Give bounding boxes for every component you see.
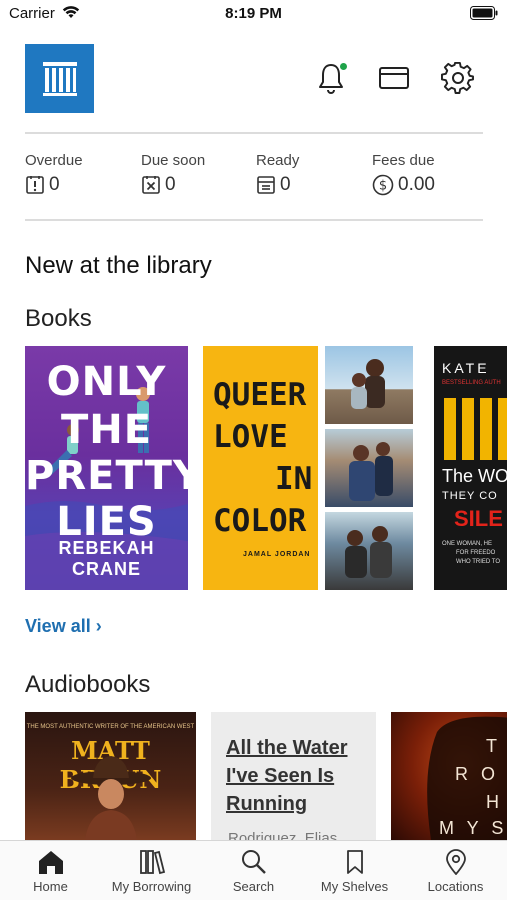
cover-title-line: Running (226, 793, 308, 815)
cover-bar (444, 398, 456, 460)
cover-bar (462, 398, 474, 460)
search-icon (241, 850, 266, 874)
cover-title-line: LOVE (213, 419, 288, 455)
view-all-books-link[interactable]: View all › (25, 616, 102, 637)
dollar-circle-icon: $ (372, 174, 394, 196)
stat-value: 0 (280, 174, 291, 195)
tab-label: Home (33, 879, 68, 894)
stats-divider (25, 219, 483, 221)
alert-box-icon (26, 176, 44, 194)
tab-search[interactable]: Search (203, 841, 304, 900)
gear-icon (441, 61, 474, 94)
cover-letters: M Y S (439, 818, 507, 838)
cover-title-fragment: The WO (442, 466, 507, 486)
audiobook-cover-3[interactable]: T R O H M Y S (391, 712, 507, 840)
tab-bar: Home My Borrowing Search My Shelves Loca… (0, 840, 507, 900)
cover-bar (498, 398, 507, 460)
stat-label: Overdue (25, 152, 83, 169)
stat-label: Due soon (141, 152, 206, 169)
home-icon (38, 851, 63, 874)
status-time: 8:19 PM (225, 5, 282, 22)
x-box-icon (142, 176, 160, 194)
status-bar: Carrier 8:19 PM (0, 0, 507, 30)
cover-title-fragment: SILE (454, 506, 503, 531)
stat-overdue[interactable]: Overdue 0 (25, 152, 83, 196)
book-cover-only-the-pretty-lies[interactable]: ONLY THE PRETTY LIES REBEKAH CRANE (25, 346, 188, 590)
cover-photo (325, 346, 413, 424)
tab-label: My Borrowing (111, 879, 192, 894)
cover-title-line: ONLY (46, 359, 167, 405)
cover-title-block: All the Water I've Seen Is Running (226, 734, 348, 818)
books-icon (139, 850, 165, 875)
section-title: New at the library (25, 252, 212, 279)
cover-title-fragment: THEY CO (442, 490, 498, 502)
cover-badge: BESTSELLING AUTH (442, 380, 501, 386)
stat-value: 0.00 (398, 174, 435, 195)
svg-text:$: $ (379, 179, 387, 194)
tab-locations[interactable]: Locations (405, 841, 506, 900)
header-divider (25, 132, 483, 134)
cowboy-illustration (71, 756, 151, 840)
cover-photo (325, 512, 413, 590)
book-cover-kate[interactable]: KATE BESTSELLING AUTH The WO THEY CO SIL… (434, 346, 507, 590)
cover-title-line: THE (60, 407, 153, 453)
cover-bar (480, 398, 492, 460)
audiobook-cover-matt-braun[interactable]: THE MOST AUTHENTIC WRITER OF THE AMERICA… (25, 712, 196, 840)
stat-ready[interactable]: Ready 0 (256, 152, 299, 196)
cover-letters: T (486, 736, 501, 756)
cover-small-text: ONE WOMAN, HE FOR FREEDO WHO TRIED TO (442, 540, 500, 567)
cover-author: Rodriguez, Elias (228, 830, 338, 840)
stat-value: 0 (165, 174, 176, 195)
cover-letters: H (486, 792, 503, 812)
book-cover-queer-love-in-color[interactable]: QUEER LOVE IN COLOR JAMAL JORDAN (203, 346, 413, 590)
bookmark-icon (346, 850, 363, 874)
cover-title-line: IN (275, 461, 313, 497)
settings-button[interactable] (440, 60, 476, 96)
tab-home[interactable]: Home (0, 841, 101, 900)
tab-label: Locations (427, 879, 484, 894)
cover-author: KATE (442, 360, 490, 376)
library-columns-logo (42, 61, 77, 96)
tab-label: Search (232, 879, 275, 894)
audiobook-cover-all-the-water[interactable]: All the Water I've Seen Is Running Rodri… (211, 712, 376, 840)
location-pin-icon (445, 849, 466, 875)
library-card-icon (379, 67, 409, 89)
cover-author: REBEKAH CRANE (58, 538, 155, 579)
cover-author: JAMAL JORDAN (243, 551, 311, 558)
audiobooks-heading: Audiobooks (25, 671, 151, 698)
battery-icon (470, 6, 498, 25)
cover-letters: R O (455, 764, 500, 784)
cover-photo (325, 429, 413, 507)
cover-small-line: ONE WOMAN, HE (442, 541, 493, 547)
cover-title-block: QUEER LOVE IN COLOR (213, 374, 312, 542)
stat-value: 0 (49, 174, 60, 195)
cover-title-line: QUEER (213, 377, 307, 413)
stat-due-soon[interactable]: Due soon 0 (141, 152, 205, 196)
tab-label: My Shelves (320, 879, 389, 894)
cover-small-line: FOR FREEDO (456, 550, 496, 556)
cover-title-line: PRETTY (25, 453, 188, 499)
cover-small-line: WHO TRIED TO (456, 559, 501, 565)
notification-dot (339, 62, 348, 71)
cover-title-line: COLOR (213, 503, 307, 539)
tab-my-borrowing[interactable]: My Borrowing (101, 841, 202, 900)
stat-label: Ready (256, 152, 300, 169)
books-heading: Books (25, 305, 92, 332)
stat-fees-due[interactable]: Fees due $ 0.00 (372, 152, 435, 196)
tray-icon (257, 176, 275, 194)
cover-title-line: All the Water (226, 737, 348, 759)
cover-title-line: I've Seen Is (226, 765, 335, 787)
tab-my-shelves[interactable]: My Shelves (304, 841, 405, 900)
library-card-button[interactable] (376, 60, 412, 96)
library-logo[interactable] (25, 44, 94, 113)
stat-label: Fees due (372, 152, 435, 169)
